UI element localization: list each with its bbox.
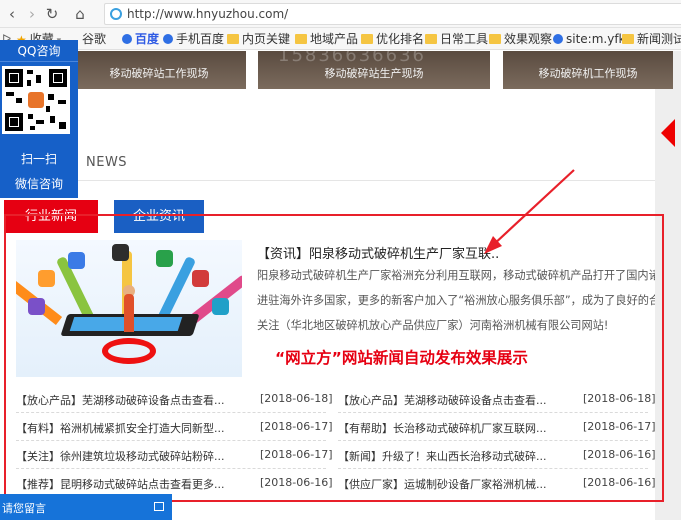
- gallery-caption: 移动破碎站生产现场: [324, 67, 424, 80]
- folder-icon: [361, 34, 373, 44]
- folder-icon: [622, 34, 634, 44]
- web-page: 移动破碎站工作现场 15836636636 移动破碎站生产现场 移动破碎机工作现…: [0, 51, 681, 520]
- gallery-photo-2[interactable]: 15836636636 移动破碎站生产现场: [258, 51, 490, 89]
- reload-icon[interactable]: ↻: [42, 4, 62, 24]
- gallery-photo-1[interactable]: 移动破碎站工作现场: [72, 51, 246, 89]
- bookmark-folder-news-test[interactable]: 新闻测试: [622, 31, 681, 47]
- bookmark-folder-regional-products[interactable]: 地域产品: [295, 31, 358, 47]
- gallery-caption: 移动破碎站工作现场: [109, 67, 209, 80]
- wechat-qr-code: [2, 66, 70, 134]
- bookmark-site-query[interactable]: site:m.yfk: [553, 31, 626, 47]
- url-text: http://www.hnyuzhou.com/: [127, 7, 289, 21]
- browser-toolbar: ‹ › ↻ ⌂ http://www.hnyuzhou.com/: [0, 0, 681, 28]
- scan-label: 扫一扫: [20, 152, 57, 166]
- gallery-watermark: 15836636636: [278, 51, 426, 66]
- bookmarks-bar: ᐅ ★收藏 ▾ 谷歌 百度 手机百度 内页关键 地域产品 优化排名 日常工具 效…: [0, 28, 681, 50]
- baidu-paw-icon: [163, 34, 173, 44]
- bookmark-baidu[interactable]: 百度: [122, 31, 159, 47]
- bookmark-folder-inner-keywords[interactable]: 内页关键: [227, 31, 290, 47]
- baidu-paw-icon: [553, 34, 563, 44]
- expand-icon[interactable]: [154, 502, 164, 511]
- address-bar[interactable]: http://www.hnyuzhou.com/: [104, 3, 681, 25]
- qq-consult-panel: QQ咨询 扫一扫 微信咨询: [0, 40, 78, 198]
- folder-icon: [295, 34, 307, 44]
- back-icon[interactable]: ‹: [2, 4, 22, 24]
- annotation-highlight-box: [4, 214, 664, 502]
- wechat-consult-label: 微信咨询: [14, 177, 63, 191]
- bookmark-folder-daily-tools[interactable]: 日常工具: [425, 31, 488, 47]
- folder-icon: [489, 34, 501, 44]
- bookmark-folder-effect-watch[interactable]: 效果观察: [489, 31, 552, 47]
- news-section-title: NEWS: [86, 155, 128, 170]
- baidu-paw-icon: [122, 34, 132, 44]
- leave-message-bar[interactable]: 请您留言: [0, 494, 172, 520]
- screenshot-root: ‹ › ↻ ⌂ http://www.hnyuzhou.com/ ᐅ ★收藏 ▾…: [0, 0, 681, 520]
- gallery-photo-3[interactable]: 移动破碎机工作现场: [503, 51, 673, 89]
- red-marker-shape: [661, 119, 675, 147]
- folder-icon: [227, 34, 239, 44]
- folder-icon: [425, 34, 437, 44]
- qq-consult-link[interactable]: QQ咨询: [0, 40, 78, 62]
- bookmark-mobile-baidu[interactable]: 手机百度: [163, 31, 224, 47]
- bookmark-google[interactable]: 谷歌: [82, 31, 106, 47]
- forward-icon[interactable]: ›: [22, 4, 42, 24]
- home-icon[interactable]: ⌂: [70, 4, 90, 24]
- news-section-header: NEWS: [0, 143, 655, 181]
- leave-message-label: 请您留言: [2, 502, 46, 515]
- gallery-caption: 移动破碎机工作现场: [538, 67, 638, 80]
- site-info-icon[interactable]: [110, 8, 122, 20]
- bookmark-folder-ranking[interactable]: 优化排名: [361, 31, 424, 47]
